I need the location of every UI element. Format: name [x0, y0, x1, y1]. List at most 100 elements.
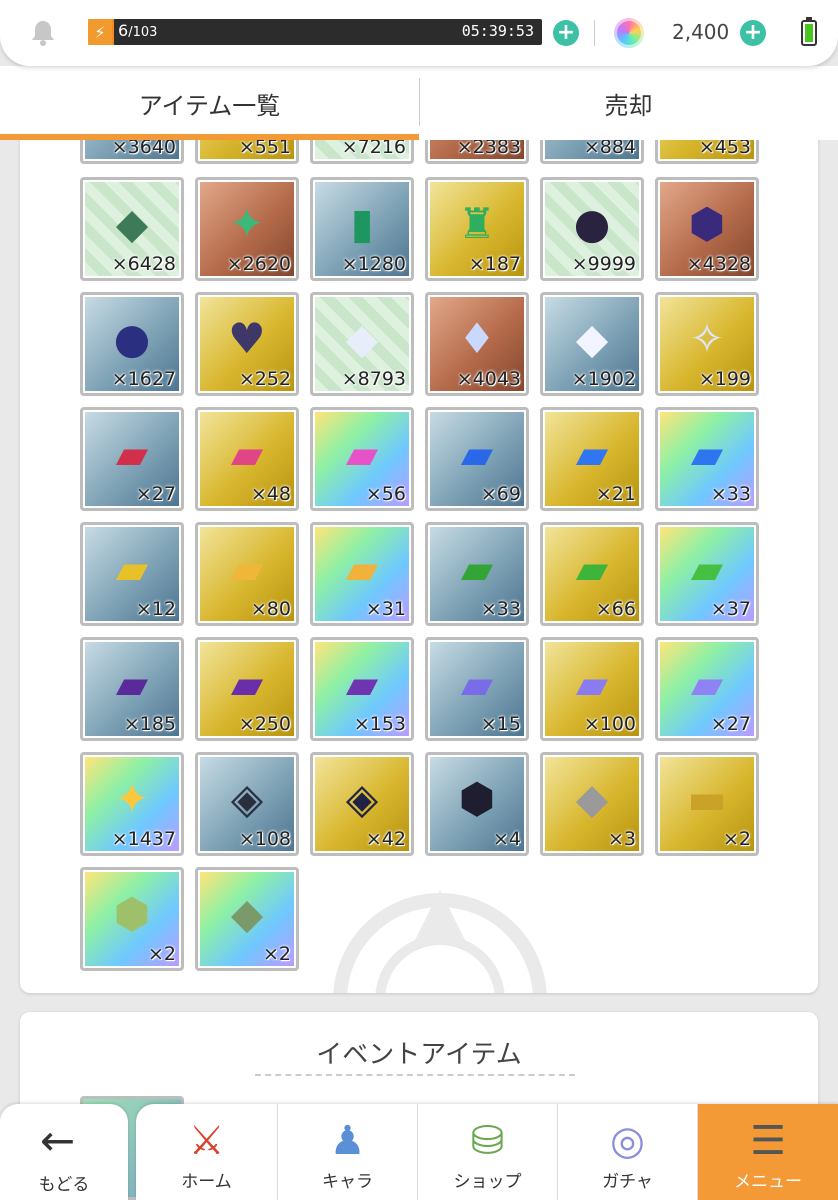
item-tile[interactable]: ▰ ×250	[195, 637, 299, 741]
item-tile[interactable]: ● ×1627	[80, 292, 184, 396]
item-quantity: ×27	[710, 713, 751, 735]
item-tile[interactable]: ◆ ×1902	[540, 292, 644, 396]
item-tile[interactable]: ▰ ×33	[655, 407, 759, 511]
add-currency-button[interactable]: +	[740, 20, 766, 46]
item-icon: ▰	[460, 544, 494, 594]
character-icon: ♟	[329, 1118, 366, 1164]
nav-item-menu[interactable]: ☰ メニュー	[698, 1104, 838, 1200]
item-tile[interactable]: ◈ ×108	[195, 752, 299, 856]
item-tile[interactable]: ▰ ×12	[80, 522, 184, 626]
item-background: ▰ ×250	[200, 642, 294, 736]
item-icon: ▰	[115, 429, 149, 479]
nav-item-character[interactable]: ♟ キャラ	[278, 1104, 418, 1200]
item-quantity: ×12	[135, 598, 176, 620]
item-icon: ◆	[575, 774, 609, 824]
item-tile[interactable]: ▮ ×1280	[310, 177, 414, 281]
item-icon: ◈	[345, 774, 379, 824]
nav-item-shop[interactable]: ⛁ ショップ	[418, 1104, 558, 1200]
item-background: ▰ ×66	[545, 527, 639, 621]
item-icon: ◈	[230, 774, 264, 824]
item-tile[interactable]: ▰ ×153	[310, 637, 414, 741]
item-icon: ▰	[345, 429, 379, 479]
item-tile[interactable]: ● ×9999	[540, 177, 644, 281]
item-quantity: ×1902	[571, 368, 636, 390]
item-tile[interactable]: ▬ ×2	[655, 752, 759, 856]
item-tile[interactable]: ◆ ×6428	[80, 177, 184, 281]
item-icon: ♜	[458, 199, 496, 249]
item-icon: ▰	[230, 429, 264, 479]
home-icon: ⚔	[188, 1118, 225, 1164]
item-background: ▰ ×31	[315, 527, 409, 621]
item-icon: ⬢	[688, 199, 726, 249]
item-icon: ▰	[575, 429, 609, 479]
item-background: ⬢ ×4	[430, 757, 524, 851]
item-tile[interactable]: ▰ ×80	[195, 522, 299, 626]
item-tile[interactable]: ▰ ×66	[540, 522, 644, 626]
item-background: ♜ ×187	[430, 182, 524, 276]
item-background: ◆ ×1902	[545, 297, 639, 391]
item-quantity: ×2	[147, 943, 176, 965]
item-icon: ▰	[230, 659, 264, 709]
item-icon: ▰	[460, 429, 494, 479]
item-background: ▰ ×33	[660, 412, 754, 506]
tab-sell[interactable]: 売却	[419, 66, 838, 140]
item-quantity: ×2	[262, 943, 291, 965]
item-tile[interactable]: ▰ ×69	[425, 407, 529, 511]
tab-item-list[interactable]: アイテム一覧	[0, 66, 419, 140]
item-tile[interactable]: ♥ ×252	[195, 292, 299, 396]
item-background: ♥ ×252	[200, 297, 294, 391]
back-label: もどる	[38, 1175, 90, 1195]
item-background: ▰ ×100	[545, 642, 639, 736]
item-icon: ▰	[115, 544, 149, 594]
item-grid-panel[interactable]: ×3640 ×551 ×7216 ×2383 ×884 ×453 ◆ ×6428 ✦ ×2620 ▮…	[20, 120, 818, 993]
item-quantity: ×80	[250, 598, 291, 620]
nav-label: ショップ	[453, 1172, 522, 1192]
bell-icon[interactable]	[30, 18, 56, 46]
item-tile[interactable]: ▰ ×31	[310, 522, 414, 626]
nav-label: キャラ	[322, 1172, 373, 1192]
event-section-title: イベントアイテム	[316, 1040, 522, 1070]
item-quantity: ×4328	[686, 253, 751, 275]
nav-item-home[interactable]: ⚔ ホーム	[136, 1104, 278, 1200]
item-tile[interactable]: ♜ ×187	[425, 177, 529, 281]
item-icon: ◆	[115, 199, 149, 249]
item-background: ● ×1627	[85, 297, 179, 391]
item-tile[interactable]: ⬢ ×2	[80, 867, 184, 971]
item-tile[interactable]: ✦ ×2620	[195, 177, 299, 281]
item-background: ▮ ×1280	[315, 182, 409, 276]
item-icon: ▰	[460, 659, 494, 709]
item-tile[interactable]: ♦ ×4043	[425, 292, 529, 396]
item-tile[interactable]: ◈ ×42	[310, 752, 414, 856]
item-tile[interactable]: ▰ ×15	[425, 637, 529, 741]
item-tile[interactable]: ▰ ×48	[195, 407, 299, 511]
item-tile[interactable]: ◆ ×2	[195, 867, 299, 971]
item-tile[interactable]: ⬢ ×4328	[655, 177, 759, 281]
nav-label: ホーム	[181, 1172, 232, 1192]
add-stamina-button[interactable]: +	[553, 20, 579, 46]
item-tile[interactable]: ▰ ×33	[425, 522, 529, 626]
back-button[interactable]: ← もどる	[0, 1104, 128, 1200]
item-quantity: ×1280	[341, 253, 406, 275]
item-tile[interactable]: ▰ ×27	[80, 407, 184, 511]
item-tile[interactable]: ✧ ×199	[655, 292, 759, 396]
item-icon: ▰	[690, 544, 724, 594]
item-tile[interactable]: ▰ ×56	[310, 407, 414, 511]
item-background: ◆ ×6428	[85, 182, 179, 276]
item-background: ▰ ×15	[430, 642, 524, 736]
item-tile[interactable]: ▰ ×37	[655, 522, 759, 626]
item-background: ▰ ×56	[315, 412, 409, 506]
item-icon: ▰	[345, 659, 379, 709]
item-tile[interactable]: ▰ ×185	[80, 637, 184, 741]
item-tile[interactable]: ◆ ×8793	[310, 292, 414, 396]
item-tile[interactable]: ▰ ×100	[540, 637, 644, 741]
nav-item-gacha[interactable]: ◎ ガチャ	[558, 1104, 698, 1200]
item-icon: ◆	[230, 889, 264, 939]
item-tile[interactable]: ✦ ×1437	[80, 752, 184, 856]
item-tile[interactable]: ▰ ×27	[655, 637, 759, 741]
main-nav: ⚔ ホーム ♟ キャラ ⛁ ショップ ◎ ガチャ ☰ メニュー	[136, 1104, 838, 1200]
item-tile[interactable]: ▰ ×21	[540, 407, 644, 511]
stamina-timer: 05:39:53	[461, 22, 534, 40]
item-tile[interactable]: ⬢ ×4	[425, 752, 529, 856]
item-quantity: ×69	[480, 483, 521, 505]
item-tile[interactable]: ◆ ×3	[540, 752, 644, 856]
